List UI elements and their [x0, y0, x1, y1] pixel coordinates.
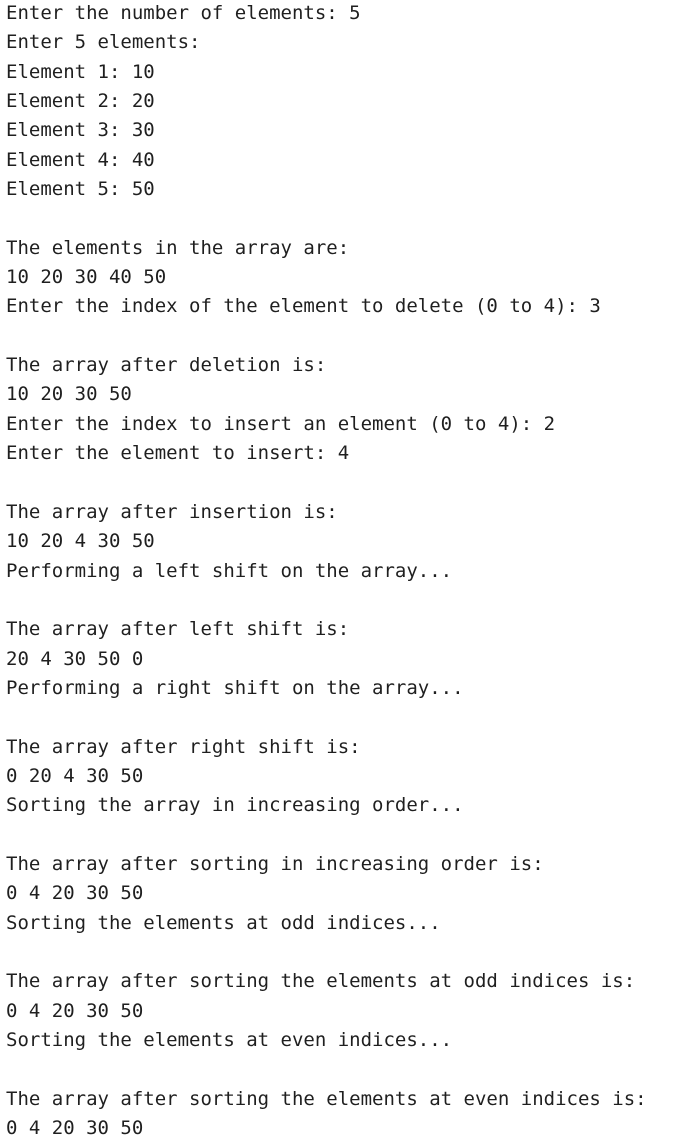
console-line: The array after sorting the elements at …: [6, 1087, 647, 1110]
console-line: 0 20 4 30 50: [6, 764, 144, 787]
console-line: The array after left shift is:: [6, 618, 350, 641]
console-line: Sorting the elements at odd indices...: [6, 911, 441, 934]
console-line: 20 4 30 50 0: [6, 647, 144, 670]
console-line: The array after sorting in increasing or…: [6, 852, 544, 875]
console-line: Enter the index to insert an element (0 …: [6, 412, 556, 435]
console-line: 0 4 20 30 50: [6, 1117, 144, 1140]
console-line: Performing a right shift on the array...: [6, 676, 464, 699]
console-line: Enter the element to insert: 4: [6, 442, 350, 465]
console-line: Sorting the array in increasing order...: [6, 794, 464, 817]
console-line: 0 4 20 30 50: [6, 882, 144, 905]
console-line: Sorting the elements at even indices...: [6, 1029, 453, 1052]
console-line: Element 5: 50: [6, 178, 155, 201]
console-line: Element 4: 40: [6, 148, 155, 171]
console-body: Enter the number of elements: 5 Enter 5 …: [6, 0, 676, 1143]
console-line: Enter 5 elements:: [6, 31, 201, 54]
console-line: 10 20 30 50: [6, 383, 132, 406]
console-output: Enter the number of elements: 5 Enter 5 …: [0, 0, 676, 1139]
console-line: Element 3: 30: [6, 119, 155, 142]
console-line: 10 20 30 40 50: [6, 266, 167, 289]
console-line: Element 2: 20: [6, 90, 155, 113]
console-line: Performing a left shift on the array...: [6, 559, 453, 582]
console-line: The array after right shift is:: [6, 735, 361, 758]
console-line: Enter the number of elements: 5: [6, 2, 361, 24]
console-line: 10 20 4 30 50: [6, 530, 155, 553]
console-line: Element 1: 10: [6, 60, 155, 83]
console-line: The array after deletion is:: [6, 354, 327, 377]
console-line: The elements in the array are:: [6, 236, 350, 259]
console-line: Enter the index of the element to delete…: [6, 295, 601, 318]
console-line: 0 4 20 30 50: [6, 999, 144, 1022]
console-line: The array after insertion is:: [6, 500, 338, 523]
console-line: The array after sorting the elements at …: [6, 970, 636, 993]
